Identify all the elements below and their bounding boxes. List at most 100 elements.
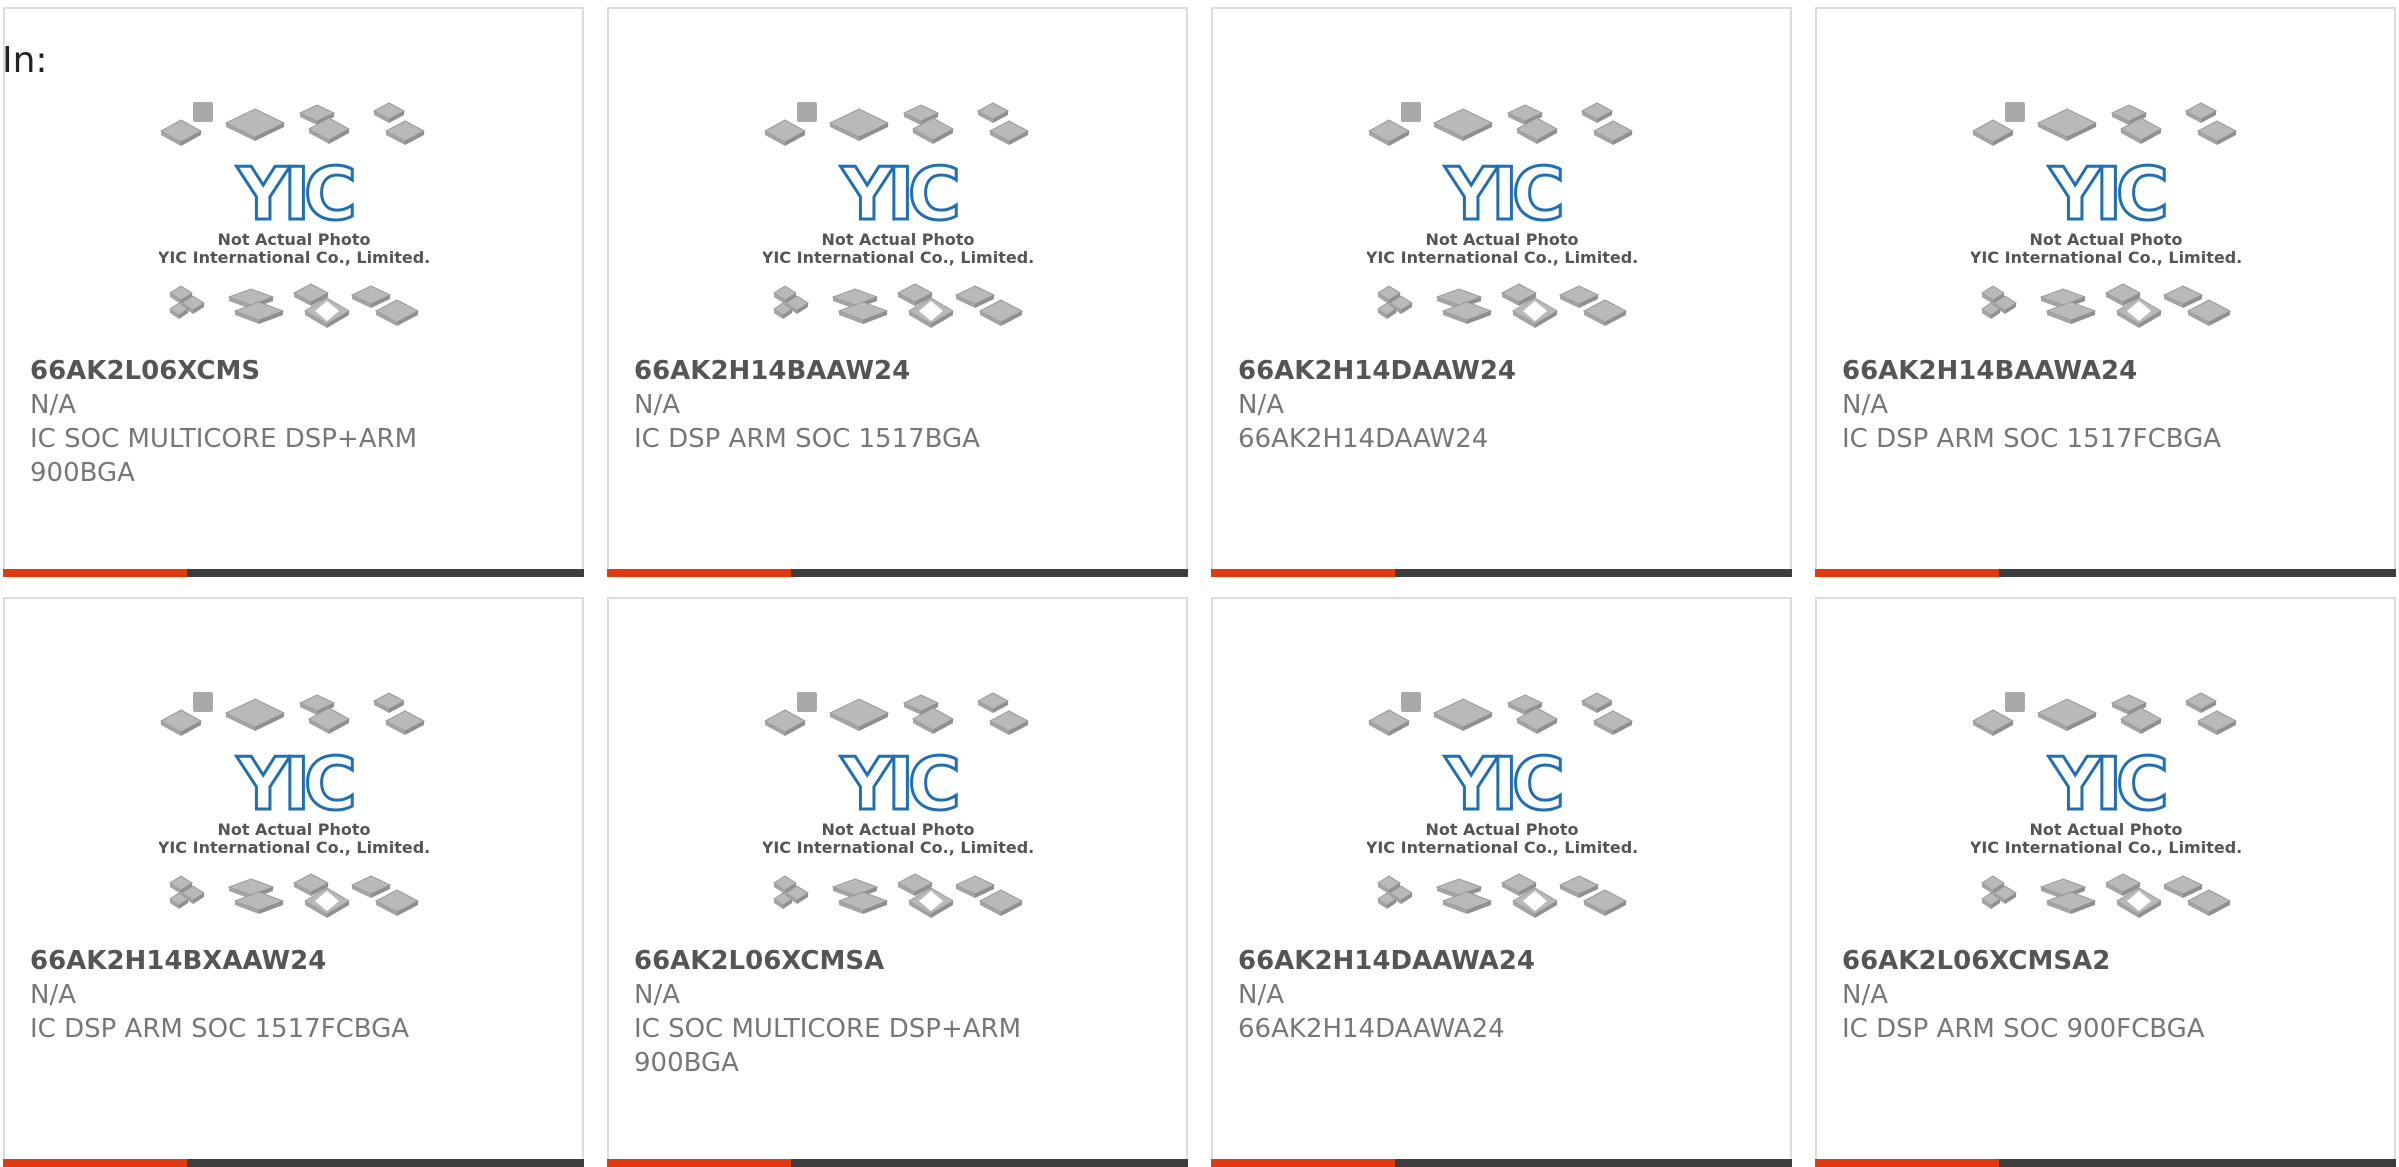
chip-icon [2036,108,2097,141]
search-in-label: In: [2,40,48,81]
description: 66AK2H14DAAWA24 [1238,1014,1505,1044]
chip-icon [978,299,1023,326]
chip-icon [372,102,405,123]
part-number[interactable]: 66AK2H14DAAWA24 [1238,944,1770,978]
part-number[interactable]: 66AK2H14BAAW24 [634,354,1166,388]
photo-caption-line2: YIC International Co., Limited. [159,248,429,267]
product-grid: YIC Not Actual Photo YIC International Co.… [3,7,2396,1167]
card-footer-accent [3,569,187,577]
card-footer-bar [1211,1159,1792,1167]
chip-icon [2186,889,2231,916]
chip-icon [1592,120,1633,145]
chip-icon [2036,698,2097,731]
photo-caption-line2: YIC International Co., Limited. [1367,248,1637,267]
photo-caption-line1: Not Actual Photo [217,820,370,839]
product-card[interactable]: YIC Not Actual Photo YIC International Co.… [1815,7,2396,577]
yic-logo: YIC [2048,742,2165,826]
photo-caption-line1: Not Actual Photo [2029,820,2182,839]
part-number[interactable]: 66AK2L06XCMSA [634,944,1166,978]
manufacturer: N/A [634,980,680,1010]
photo-caption-line2: YIC International Co., Limited. [763,838,1033,857]
description: IC DSP ARM SOC 1517FCBGA [1842,424,2222,454]
chip-icon [763,709,806,736]
chip-icon [2196,710,2237,735]
chip-icon [828,108,889,141]
chip-icon [1432,698,1493,731]
description: 66AK2H14DAAW24 [1238,424,1489,454]
card-footer-accent [607,1159,791,1167]
card-footer-bar [1815,1159,2396,1167]
chip-icon [1558,875,1599,898]
product-card[interactable]: YIC Not Actual Photo YIC International Co.… [1211,7,1792,577]
chip-icon [1400,102,1421,122]
card-footer-bar [607,1159,1188,1167]
product-card[interactable]: YIC Not Actual Photo YIC International Co.… [1815,597,2396,1167]
chip-icon [988,710,1029,735]
card-footer-accent [1211,569,1395,577]
card-footer-bar [1815,569,2396,577]
product-photo-placeholder: YICNot Actual PhotoYIC International Co.… [1971,102,2241,328]
part-number[interactable]: 66AK2L06XCMSA2 [1842,944,2374,978]
chip-icon [2184,692,2217,713]
chip-icon [372,692,405,713]
photo-caption-line2: YIC International Co., Limited. [763,248,1033,267]
product-card[interactable]: YIC Not Actual Photo YIC International Co.… [3,7,584,577]
card-footer-bar [607,569,1188,577]
chip-icon [224,698,285,731]
product-card[interactable]: YIC Not Actual Photo YIC International Co.… [3,597,584,1167]
description: IC SOC MULTICORE DSP+ARM 900BGA [30,424,418,488]
description: IC DSP ARM SOC 1517FCBGA [30,1014,410,1044]
chip-icon [224,108,285,141]
chip-icon [159,709,202,736]
chip-icon [1971,709,2014,736]
product-card[interactable]: YIC Not Actual Photo YIC International Co.… [607,597,1188,1167]
card-footer-accent [3,1159,187,1167]
chip-icon [763,119,806,146]
part-number[interactable]: 66AK2L06XCMS [30,354,562,388]
chip-icon [2184,102,2217,123]
chip-icon [350,285,391,308]
chip-icon [350,875,391,898]
chip-icon [159,119,202,146]
card-footer-bar [3,1159,584,1167]
photo-caption-line2: YIC International Co., Limited. [159,838,429,857]
card-footer-bar [3,569,584,577]
product-card[interactable]: YIC Not Actual Photo YIC International Co.… [1211,597,1792,1167]
product-photo-placeholder: YICNot Actual PhotoYIC International Co.… [159,102,429,328]
chip-icon [1432,108,1493,141]
chip-icon [374,299,419,326]
photo-caption-line1: Not Actual Photo [2029,230,2182,249]
chip-icon [1558,285,1599,308]
chip-icon [192,102,213,122]
chip-icon [976,102,1009,123]
card-footer-bar [1211,569,1792,577]
chip-icon [1367,709,1410,736]
chip-icon [796,102,817,122]
manufacturer: N/A [1842,390,1888,420]
part-number[interactable]: 66AK2H14DAAW24 [1238,354,1770,388]
photo-caption-line2: YIC International Co., Limited. [1971,838,2241,857]
product-card[interactable]: YIC Not Actual Photo YIC International Co.… [607,7,1188,577]
description: IC DSP ARM SOC 1517BGA [634,424,980,454]
part-number[interactable]: 66AK2H14BAAWA24 [1842,354,2374,388]
card-footer-accent [1815,569,1999,577]
chip-icon [796,692,817,712]
manufacturer: N/A [1842,980,1888,1010]
photo-caption-line1: Not Actual Photo [1425,230,1578,249]
manufacturer: N/A [634,390,680,420]
chip-icon [954,285,995,308]
chip-icon [978,889,1023,916]
chip-icon [2004,692,2025,712]
card-footer-accent [1211,1159,1395,1167]
yic-logo: YIC [1444,742,1561,826]
yic-logo: YIC [236,742,353,826]
chip-icon [384,120,425,145]
card-footer-accent [607,569,791,577]
chip-icon [2186,299,2231,326]
product-photo-placeholder: YICNot Actual PhotoYIC International Co.… [1971,692,2241,918]
part-number[interactable]: 66AK2H14BXAAW24 [30,944,562,978]
manufacturer: N/A [1238,390,1284,420]
photo-caption-line1: Not Actual Photo [821,820,974,839]
yic-logo: YIC [236,152,353,236]
chip-icon [2162,285,2203,308]
